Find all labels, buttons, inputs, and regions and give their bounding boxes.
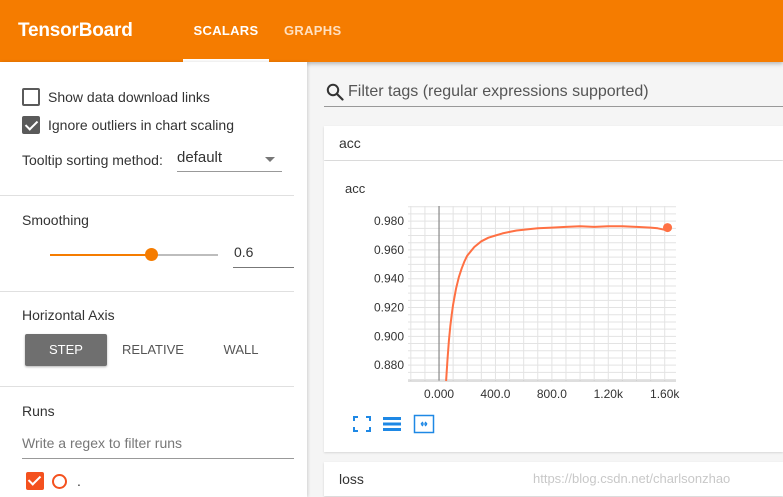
watermark: https://blog.csdn.net/charlsonzhao <box>533 471 731 486</box>
tooltip-sort-label: Tooltip sorting method: <box>22 152 163 168</box>
run-item[interactable]: . <box>26 472 81 490</box>
runs-filter-input[interactable]: Write a regex to filter runs <box>22 435 294 459</box>
y-tick-label: 0.920 <box>374 301 404 315</box>
divider <box>0 195 294 196</box>
tooltip-sort-value: default <box>177 149 223 166</box>
smoothing-title: Smoothing <box>22 212 89 228</box>
y-tick-label: 0.980 <box>374 214 404 228</box>
fit-domain-icon[interactable] <box>413 414 435 434</box>
toggle-log-scale-icon[interactable] <box>381 414 403 434</box>
axis-relative-button[interactable]: RELATIVE <box>113 334 193 366</box>
y-tick-label: 0.960 <box>374 243 404 257</box>
run-name: . <box>77 473 81 489</box>
tab-graphs[interactable]: GRAPHS <box>284 0 341 62</box>
divider <box>0 386 294 387</box>
show-download-option[interactable]: Show data download links <box>22 88 210 106</box>
tag-group-acc-label: acc <box>339 135 361 151</box>
tag-filter-placeholder: Filter tags (regular expressions support… <box>348 83 649 100</box>
series-end-point <box>663 223 673 233</box>
y-tick-label: 0.880 <box>374 358 404 372</box>
tag-filter-input[interactable]: Filter tags (regular expressions support… <box>324 79 783 107</box>
x-tick-label: 400.0 <box>480 387 510 401</box>
y-tick-label: 0.940 <box>374 272 404 286</box>
y-tick-label: 0.900 <box>374 329 404 343</box>
tab-scalars[interactable]: SCALARS <box>183 0 269 62</box>
smoothing-slider[interactable] <box>50 248 218 261</box>
ignore-outliers-checkbox[interactable] <box>22 116 40 134</box>
divider <box>0 291 294 292</box>
x-tick-label: 800.0 <box>537 387 567 401</box>
axis-wall-button[interactable]: WALL <box>200 334 282 366</box>
show-download-label: Show data download links <box>48 89 210 105</box>
chart-card-acc: acc 0.880 0.900 0.920 0.940 0.960 0.980 0.000 4… <box>324 161 783 452</box>
tag-group-acc[interactable]: acc <box>324 126 783 160</box>
tag-group-loss-label: loss <box>339 471 364 487</box>
tooltip-sort-select[interactable]: default <box>177 144 282 172</box>
run-checkbox[interactable] <box>26 472 44 490</box>
fullscreen-icon[interactable] <box>351 414 373 434</box>
acc-line-chart[interactable]: 0.880 0.900 0.920 0.940 0.960 0.980 0.000 400.0… <box>324 161 783 452</box>
sidebar: Show data download links Ignore outliers… <box>0 62 307 497</box>
smoothing-input[interactable]: 0.6 <box>233 244 294 268</box>
runs-title: Runs <box>22 403 55 419</box>
chevron-down-icon <box>265 157 275 162</box>
horizontal-axis-title: Horizontal Axis <box>22 307 115 323</box>
x-tick-label: 1.20k <box>594 387 624 401</box>
brand-title: TensorBoard <box>18 20 133 41</box>
x-tick-label: 0.000 <box>424 387 454 401</box>
axis-step-button[interactable]: STEP <box>25 334 107 366</box>
ignore-outliers-label: Ignore outliers in chart scaling <box>48 117 234 133</box>
app-header: TensorBoard SCALARS GRAPHS <box>0 0 783 62</box>
smoothing-slider-thumb[interactable] <box>144 248 158 261</box>
show-download-checkbox[interactable] <box>22 88 40 106</box>
smoothing-slider-fill <box>50 254 151 256</box>
run-radio[interactable] <box>52 473 67 489</box>
search-icon <box>326 83 344 101</box>
ignore-outliers-option[interactable]: Ignore outliers in chart scaling <box>22 116 234 134</box>
x-tick-label: 1.60k <box>650 387 680 401</box>
